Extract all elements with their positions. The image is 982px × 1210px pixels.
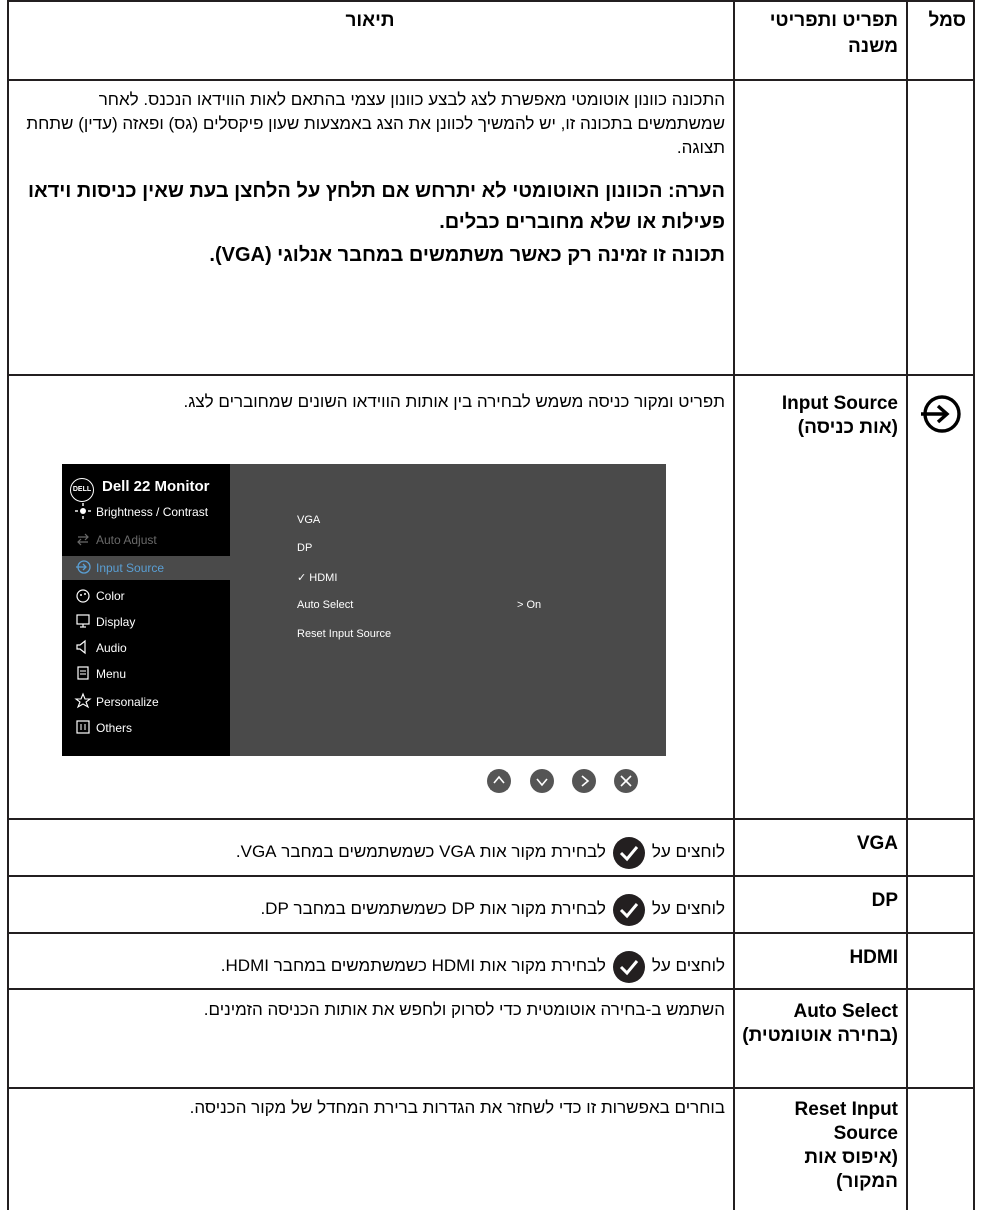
input-source-name-en: Input Source xyxy=(781,393,898,414)
osd-option-hdmi[interactable]: ✓ HDMI xyxy=(297,571,337,584)
osd-menu-item-brightness-contrast[interactable]: Brightness / Contrast xyxy=(62,500,230,524)
osd-menu-label: Others xyxy=(96,721,133,735)
row-vga-description: לוחצים על לבחירת מקור אות VGA כשמשתמשים ב… xyxy=(15,834,725,871)
hdmi-instruction: לבחירת מקור אות HDMI כשמשתמשים במחבר HDM… xyxy=(220,956,606,975)
vga-instruction: לבחירת מקור אות VGA כשמשתמשים במחבר VGA. xyxy=(235,842,606,861)
osd-menu-item-audio[interactable]: Audio xyxy=(62,636,230,660)
osd-option-auto-select[interactable]: Auto Select xyxy=(297,599,353,611)
osd-option-vga[interactable]: VGA xyxy=(297,514,320,526)
color-icon xyxy=(76,589,90,603)
row-vga-name: VGA xyxy=(856,833,898,854)
press-label: לוחצים על xyxy=(651,842,725,861)
checkmark-button-icon xyxy=(612,836,645,869)
osd-menu-item-input-source[interactable]: Input Source xyxy=(62,556,230,580)
checkmark-button-icon xyxy=(612,950,645,983)
brightness-icon xyxy=(75,503,91,519)
input-source-icon xyxy=(76,560,91,574)
reset-input-source-name: Reset Input Source (איפוס אות המקור) xyxy=(742,1098,898,1194)
star-icon xyxy=(74,692,92,709)
osd-menu-item-personalize[interactable]: Personalize xyxy=(62,690,230,714)
header-description: תיאור xyxy=(345,10,395,31)
osd-title: Dell 22 Monitor xyxy=(102,478,210,495)
input-source-name: Input Source (אות כניסה) xyxy=(742,392,898,440)
close-icon[interactable] xyxy=(611,766,641,796)
auto-select-name: Auto Select (בחירה אוטומטית) xyxy=(742,1000,898,1048)
reset-name-en: Reset Input Source xyxy=(794,1099,898,1144)
osd-menu-item-auto-adjust[interactable]: Auto Adjust xyxy=(62,528,230,552)
auto-select-description: השתמש ב-בחירה אוטומטית כדי לסרוק ולחפש א… xyxy=(203,1000,725,1019)
row-dp-description: לוחצים על לבחירת מקור אות DP כשמשתמשים במ… xyxy=(15,891,725,928)
row-hdmi-name: HDMI xyxy=(849,947,898,968)
down-icon[interactable] xyxy=(527,766,557,796)
dp-instruction: לבחירת מקור אות DP כשמשתמשים במחבר DP. xyxy=(260,899,606,918)
table-border xyxy=(7,0,9,1210)
header-item: תפריט ותפריטי משנה xyxy=(769,10,898,57)
table-border xyxy=(7,932,975,934)
table-border xyxy=(973,0,975,1210)
osd-screenshot: DELL Dell 22 Monitor VGA DP ✓ HDMI Auto … xyxy=(62,464,666,756)
row-hdmi-description: לוחצים על לבחירת מקור אות HDMI כשמשתמשים … xyxy=(15,948,725,985)
osd-option-reset-input-source[interactable]: Reset Input Source xyxy=(297,628,391,640)
osd-menu-item-color[interactable]: Color xyxy=(62,584,230,608)
osd-menu-label: Display xyxy=(96,615,136,629)
auto-select-name-en: Auto Select xyxy=(793,1001,898,1022)
osd-menu-label: Menu xyxy=(96,667,127,681)
osd-menu-item-others[interactable]: Others xyxy=(62,716,230,740)
table-border xyxy=(7,374,975,376)
reset-input-source-description: בוחרים באפשרות זו כדי לשחזר את הגדרות בר… xyxy=(189,1098,725,1117)
up-icon[interactable] xyxy=(484,766,514,796)
table-border xyxy=(733,0,735,1210)
dell-logo: DELL xyxy=(70,478,94,502)
header-symbol: סמל xyxy=(928,10,966,31)
input-source-name-he: (אות כניסה) xyxy=(797,417,898,438)
table-border xyxy=(906,0,908,1210)
auto-adjust-icon xyxy=(77,533,89,546)
input-source-description: תפריט ומקור כניסה משמש לבחירה בין אותות … xyxy=(183,392,726,411)
osd-menu-label: Audio xyxy=(96,641,127,655)
table-border xyxy=(7,1087,975,1089)
others-icon xyxy=(76,720,90,734)
press-label: לוחצים על xyxy=(651,899,725,918)
osd-menu-label: Personalize xyxy=(96,695,159,709)
press-label: לוחצים על xyxy=(651,956,725,975)
reset-name-he: (איפוס אות המקור) xyxy=(804,1147,898,1192)
input-source-icon xyxy=(921,395,961,433)
table-border xyxy=(7,875,975,877)
osd-menu-item-menu[interactable]: Menu xyxy=(62,662,230,686)
auto-select-name-he: (בחירה אוטומטית) xyxy=(742,1025,898,1046)
display-icon xyxy=(76,614,90,628)
osd-menu-label: Brightness / Contrast xyxy=(96,505,209,519)
table-border xyxy=(7,988,975,990)
table-border xyxy=(7,79,975,81)
audio-icon xyxy=(76,639,86,655)
table-border xyxy=(7,0,975,2)
auto-adjust-note: הערה: הכוונון האוטומטי לא יתרחש אם תלחץ … xyxy=(27,180,725,233)
menu-icon xyxy=(77,666,89,680)
osd-menu-label: Color xyxy=(96,589,125,603)
auto-adjust-vga-note: תכונה זו זמינה רק כאשר משתמשים במחבר אנל… xyxy=(209,244,725,266)
table-border xyxy=(7,818,975,820)
osd-auto-select-value: > On xyxy=(517,599,542,611)
row-dp-name: DP xyxy=(871,890,898,911)
osd-menu-label: Auto Adjust xyxy=(96,533,157,547)
right-icon[interactable] xyxy=(569,766,599,796)
osd-menu-item-display[interactable]: Display xyxy=(62,610,230,634)
checkmark-button-icon xyxy=(612,893,645,926)
osd-option-dp[interactable]: DP xyxy=(297,542,312,554)
osd-menu-label: Input Source xyxy=(96,561,165,575)
auto-adjust-description: התכונה כוונון אוטומטי מאפשרת לצג לבצע כו… xyxy=(26,90,725,157)
